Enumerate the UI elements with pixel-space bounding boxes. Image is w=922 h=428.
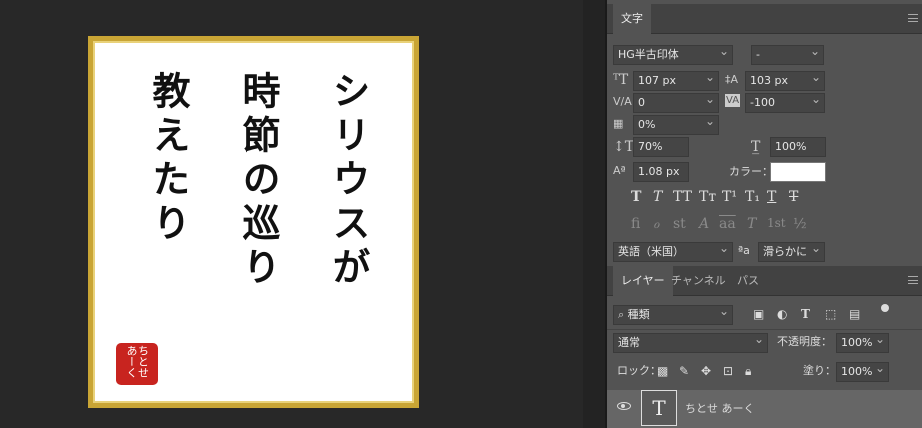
layers-separator bbox=[607, 329, 922, 330]
antialias-select[interactable]: 滑らかに bbox=[758, 242, 825, 262]
opacity-field[interactable]: 100% bbox=[836, 333, 889, 353]
shikishi-artwork: シリウスが 時節の巡り 教えたり ちとせ あーく bbox=[88, 36, 419, 408]
lock-position-icon[interactable]: ✥ bbox=[701, 364, 711, 378]
type-layer-filter-icon[interactable]: T bbox=[801, 307, 810, 321]
faux-bold-button[interactable]: T bbox=[631, 189, 641, 205]
swash-button[interactable]: A bbox=[699, 216, 709, 232]
calligraphy-column-2: 時節の巡り bbox=[236, 71, 281, 291]
font-size-icon: ᵀT bbox=[613, 72, 629, 88]
calligraphy-column-1: シリウスが bbox=[326, 71, 371, 291]
lock-all-icon[interactable]: 🔒︎ bbox=[745, 364, 751, 379]
discretionary-ligatures-button[interactable]: st bbox=[673, 216, 686, 232]
leading-icon: ‡A bbox=[725, 73, 739, 86]
ordinals-button[interactable]: 1st bbox=[767, 216, 786, 230]
adjustment-layer-filter-icon[interactable]: ◐ bbox=[777, 307, 787, 321]
tab-paths[interactable]: パス bbox=[729, 266, 767, 296]
document-canvas[interactable]: シリウスが 時節の巡り 教えたり ちとせ あーく bbox=[0, 0, 583, 428]
lock-label: ロック： bbox=[617, 364, 661, 377]
layer-row[interactable]: T ちとせ あーく bbox=[607, 390, 922, 428]
tsume-icon: ▦ bbox=[613, 117, 624, 130]
lock-transparent-icon[interactable]: ▩ bbox=[657, 364, 668, 378]
horizontal-scale-field[interactable]: 100% bbox=[770, 137, 826, 157]
layers-menu-icon[interactable] bbox=[908, 276, 918, 284]
underline-button[interactable]: T bbox=[767, 189, 776, 205]
tracking-field[interactable]: -100 bbox=[745, 93, 825, 113]
kerning-field[interactable]: 0 bbox=[633, 93, 719, 113]
superscript-button[interactable]: T¹ bbox=[722, 189, 737, 205]
small-caps-button[interactable]: Tт bbox=[699, 189, 716, 205]
alternates-button[interactable]: ℴ bbox=[653, 216, 659, 232]
leading-field[interactable]: 103 px bbox=[745, 71, 825, 91]
kerning-icon: V/A bbox=[613, 95, 632, 108]
tab-channels[interactable]: チャンネル bbox=[663, 266, 734, 296]
fractions-button[interactable]: ½ bbox=[793, 216, 807, 232]
smart-object-filter-icon[interactable]: ▤ bbox=[849, 307, 860, 321]
vertical-scale-icon: ↕T bbox=[613, 139, 635, 155]
character-tabbar: 文字 bbox=[607, 4, 922, 34]
font-size-field[interactable]: 107 px bbox=[633, 71, 719, 91]
filter-toggle-icon[interactable] bbox=[881, 304, 889, 312]
strikethrough-button[interactable]: T bbox=[789, 189, 798, 205]
type-style-buttons: T T TT Tт T¹ T₁ T T bbox=[607, 189, 922, 209]
titling-alternates-button[interactable]: T bbox=[747, 216, 756, 232]
tracking-icon: VA bbox=[725, 94, 741, 107]
baseline-shift-field[interactable]: 1.08 px bbox=[633, 162, 689, 182]
ligatures-button[interactable]: ﬁ bbox=[631, 216, 640, 232]
properties-panel: 文字 HG半古印体 - ᵀT 107 px ‡A 103 px V/A 0 VA… bbox=[607, 0, 922, 428]
tab-character[interactable]: 文字 bbox=[613, 4, 651, 34]
color-label: カラー： bbox=[729, 165, 773, 178]
panel-menu-icon[interactable] bbox=[908, 14, 918, 22]
pixel-layer-filter-icon[interactable]: ▣ bbox=[753, 307, 764, 321]
opentype-buttons: ﬁ ℴ st A aa T 1st ½ bbox=[607, 216, 922, 236]
search-icon: ⌕ bbox=[618, 308, 628, 321]
language-select[interactable]: 英語（米国） bbox=[613, 242, 733, 262]
photoshop-window: シリウスが 時節の巡り 教えたり ちとせ あーく 文字 HG半古印体 - ᵀT … bbox=[0, 0, 922, 428]
horizontal-scale-icon: T̲ bbox=[751, 139, 761, 155]
font-style-select[interactable]: - bbox=[751, 45, 824, 65]
visibility-eye-icon[interactable] bbox=[617, 402, 631, 410]
subscript-button[interactable]: T₁ bbox=[745, 189, 760, 205]
shape-layer-filter-icon[interactable]: ⬚ bbox=[825, 307, 836, 321]
panel-divider bbox=[583, 0, 607, 428]
tsume-field[interactable]: 0% bbox=[633, 115, 719, 135]
layer-filter-label: 種類 bbox=[627, 308, 650, 321]
lock-image-icon[interactable]: ✎ bbox=[679, 364, 689, 378]
text-color-swatch[interactable] bbox=[770, 162, 826, 182]
all-caps-button[interactable]: TT bbox=[673, 189, 692, 205]
layers-tabbar: レイヤー チャンネル パス bbox=[607, 266, 922, 296]
layer-filter-select[interactable]: ⌕ 種類 bbox=[613, 305, 733, 325]
blend-mode-select[interactable]: 通常 bbox=[613, 333, 768, 353]
opacity-label: 不透明度： bbox=[777, 335, 832, 348]
lock-artboard-icon[interactable]: ⊡ bbox=[723, 364, 733, 378]
type-layer-thumbnail: T bbox=[641, 390, 677, 426]
vertical-scale-field[interactable]: 70% bbox=[633, 137, 689, 157]
fill-label: 塗り： bbox=[803, 364, 836, 377]
stylistic-alternates-button[interactable]: aa bbox=[719, 216, 736, 232]
antialias-icon: ªa bbox=[738, 244, 750, 257]
font-family-select[interactable]: HG半古印体 bbox=[613, 45, 733, 65]
fill-field[interactable]: 100% bbox=[836, 362, 889, 382]
faux-italic-button[interactable]: T bbox=[653, 189, 662, 205]
layer-name[interactable]: ちとせ あーく bbox=[685, 399, 755, 419]
red-seal-stamp: ちとせ あーく bbox=[116, 343, 158, 385]
baseline-shift-icon: Aª bbox=[613, 164, 626, 177]
calligraphy-column-3: 教えたり bbox=[146, 71, 191, 247]
